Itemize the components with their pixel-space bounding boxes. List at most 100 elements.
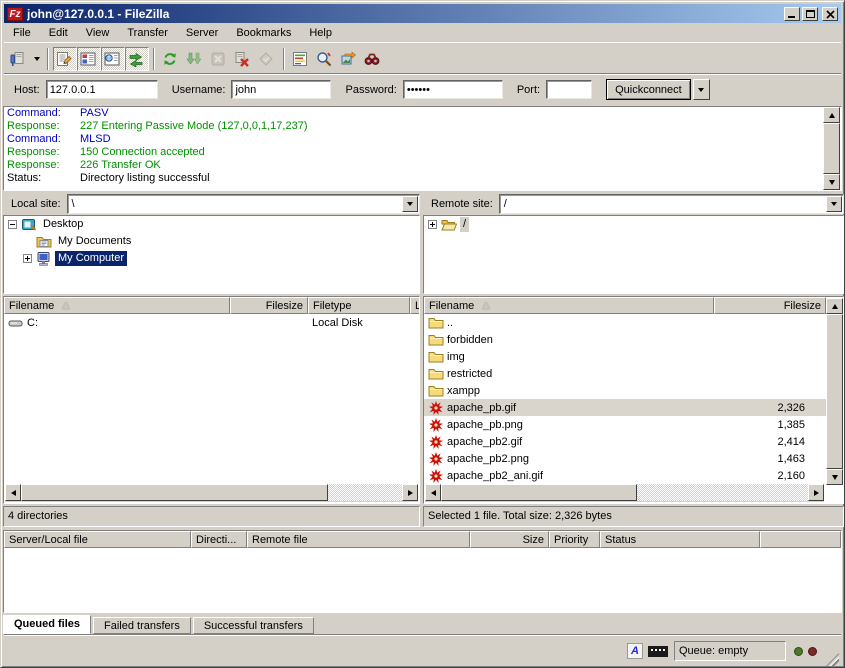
tree-item-root[interactable]: /: [424, 216, 843, 233]
remote-site-combo[interactable]: /: [499, 194, 844, 214]
log-line: Command:MLSD: [4, 133, 841, 146]
maximize-button[interactable]: [802, 7, 818, 21]
arrow-left-icon: [11, 490, 16, 496]
menu-transfer[interactable]: Transfer: [118, 25, 177, 41]
column-last-modified[interactable]: L: [410, 297, 420, 314]
filter-button[interactable]: [289, 47, 313, 71]
toggle-local-tree-button[interactable]: [77, 47, 101, 71]
arrow-up-icon: [829, 113, 835, 118]
file-row[interactable]: restricted: [424, 365, 843, 382]
local-horizontal-scrollbar[interactable]: [5, 484, 418, 502]
username-input[interactable]: [231, 80, 331, 99]
menu-edit[interactable]: Edit: [40, 25, 77, 41]
column-filesize[interactable]: Filesize: [714, 297, 826, 314]
scroll-up-button[interactable]: [826, 298, 843, 314]
scroll-thumb[interactable]: [21, 484, 328, 501]
file-row[interactable]: apache_pb.png 1,385: [424, 416, 843, 433]
tab-successful-transfers[interactable]: Successful transfers: [193, 617, 314, 634]
remote-vertical-scrollbar[interactable]: [826, 298, 843, 485]
toggle-queue-button[interactable]: [125, 47, 149, 71]
password-label: Password:: [345, 84, 396, 96]
column-filesize[interactable]: Filesize: [230, 297, 308, 314]
collapse-icon[interactable]: [8, 220, 17, 229]
column-filename[interactable]: Filename: [424, 297, 714, 314]
queue-status-text: Queue: empty: [674, 641, 786, 661]
scroll-right-button[interactable]: [808, 484, 824, 501]
scroll-thumb[interactable]: [823, 123, 840, 174]
menu-bookmarks[interactable]: Bookmarks: [227, 25, 300, 41]
reconnect-icon: [258, 51, 274, 67]
tab-queued-files[interactable]: Queued files: [3, 615, 91, 634]
column-status[interactable]: Status: [600, 531, 760, 548]
expand-icon[interactable]: [23, 254, 32, 263]
transfer-type-indicator: A: [627, 643, 643, 659]
resize-grip[interactable]: [826, 653, 839, 666]
password-input[interactable]: [403, 80, 503, 99]
scroll-thumb[interactable]: [441, 484, 637, 501]
file-row-selected[interactable]: apache_pb.gif 2,326: [424, 399, 843, 416]
chevron-down-icon: [831, 202, 837, 206]
minimize-button[interactable]: [784, 7, 800, 21]
column-size[interactable]: Size: [470, 531, 549, 548]
local-site-dropdown[interactable]: [402, 196, 418, 212]
local-file-list: Filename Filesize Filetype L C: Local Di…: [3, 296, 420, 504]
close-button[interactable]: [822, 7, 838, 21]
tree-item-my-computer[interactable]: My Computer: [4, 250, 419, 267]
cancel-icon: [210, 51, 226, 67]
file-row[interactable]: apache_pb2.gif 2,414: [424, 433, 843, 450]
host-input[interactable]: [46, 80, 158, 99]
log-scrollbar[interactable]: [823, 107, 840, 190]
file-row[interactable]: ..: [424, 314, 843, 331]
column-priority[interactable]: Priority: [549, 531, 600, 548]
tab-failed-transfers[interactable]: Failed transfers: [93, 617, 191, 634]
file-row[interactable]: apache_pb2.png 1,463: [424, 450, 843, 467]
column-filename[interactable]: Filename: [4, 297, 230, 314]
image-file-icon: [428, 434, 444, 450]
log-line: Response:226 Transfer OK: [4, 159, 841, 172]
chevron-down-icon: [407, 202, 413, 206]
quickconnect-button[interactable]: Quickconnect: [606, 79, 691, 100]
refresh-button[interactable]: [159, 47, 183, 71]
toggle-remote-tree-button[interactable]: [101, 47, 125, 71]
port-input[interactable]: [546, 80, 592, 99]
column-remote-file[interactable]: Remote file: [247, 531, 470, 548]
menu-view[interactable]: View: [77, 25, 119, 41]
remote-status-text: Selected 1 file. Total size: 2,326 bytes: [423, 506, 844, 527]
scroll-right-button[interactable]: [402, 484, 418, 501]
scroll-left-button[interactable]: [425, 484, 441, 501]
toggle-log-button[interactable]: [53, 47, 77, 71]
scroll-left-button[interactable]: [5, 484, 21, 501]
find-files-button[interactable]: [361, 47, 385, 71]
expand-icon[interactable]: [428, 220, 437, 229]
file-row[interactable]: xampp: [424, 382, 843, 399]
directory-comparison-button[interactable]: [313, 47, 337, 71]
process-queue-button[interactable]: [183, 47, 207, 71]
file-row-c-drive[interactable]: C: Local Disk: [4, 314, 419, 331]
tree-item-desktop[interactable]: Desktop: [4, 216, 419, 233]
tree-item-my-documents[interactable]: My Documents: [4, 233, 419, 250]
file-row[interactable]: apache_pb2_ani.gif 2,160: [424, 467, 843, 484]
menu-help[interactable]: Help: [300, 25, 341, 41]
scroll-down-button[interactable]: [823, 174, 840, 190]
site-manager-button[interactable]: [6, 47, 30, 71]
remote-horizontal-scrollbar[interactable]: [425, 484, 824, 502]
menu-file[interactable]: File: [4, 25, 40, 41]
menu-server[interactable]: Server: [177, 25, 227, 41]
log-line: Status:Directory listing successful: [4, 172, 841, 185]
file-row[interactable]: forbidden: [424, 331, 843, 348]
synchronized-browsing-button[interactable]: [337, 47, 361, 71]
sync-browsing-icon: [340, 51, 356, 67]
local-site-combo[interactable]: \: [67, 194, 420, 214]
column-filetype[interactable]: Filetype: [308, 297, 410, 314]
disconnect-button[interactable]: [231, 47, 255, 71]
column-direction[interactable]: Directi...: [191, 531, 247, 548]
folder-icon: [428, 315, 444, 331]
site-manager-dropdown[interactable]: [30, 47, 43, 71]
scroll-thumb[interactable]: [826, 314, 843, 469]
file-row[interactable]: img: [424, 348, 843, 365]
scroll-up-button[interactable]: [823, 107, 840, 123]
remote-site-dropdown[interactable]: [826, 196, 842, 212]
quickconnect-dropdown[interactable]: [693, 79, 710, 100]
scroll-down-button[interactable]: [826, 469, 843, 485]
column-server-local-file[interactable]: Server/Local file: [4, 531, 191, 548]
